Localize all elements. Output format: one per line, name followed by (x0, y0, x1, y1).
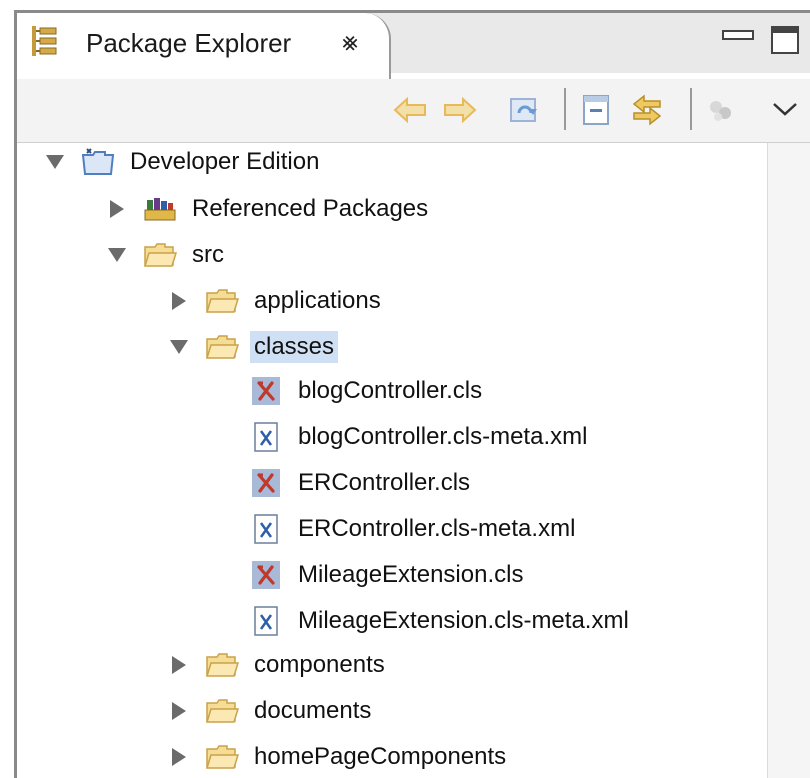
tree-item-label: blogController.cls (298, 377, 483, 404)
view-menu-chevron-icon (773, 103, 797, 116)
project-icon (80, 146, 116, 178)
expanded-triangle-icon[interactable] (166, 334, 192, 360)
forward-icon (444, 96, 477, 124)
xml-file-icon (248, 421, 284, 453)
extra-action-button[interactable] (700, 86, 742, 134)
tree-item-label: documents (254, 697, 372, 724)
tree-item[interactable]: applications (166, 279, 385, 323)
package-explorer-window: Package Explorer ⨳ Developer Edition Ref… (0, 0, 810, 778)
tree-item-label: components (254, 651, 385, 678)
tree-item[interactable]: ERController.cls-meta.xml (238, 507, 579, 551)
tree-item[interactable]: Referenced Packages (104, 187, 432, 231)
toolbar-separator (690, 88, 692, 130)
tree-item-label: ERController.cls-meta.xml (298, 515, 576, 542)
folder-icon (204, 285, 240, 317)
package-explorer-icon (30, 24, 60, 58)
tree-item-label: MileageExtension.cls-meta.xml (298, 607, 629, 634)
referenced-packages-icon (142, 193, 178, 225)
collapse-all-button[interactable] (576, 86, 618, 134)
link-with-editor-icon (632, 94, 662, 126)
tree-item[interactable]: classes (166, 325, 339, 369)
tree-item-label: Referenced Packages (192, 195, 429, 222)
view-menu-button[interactable] (764, 86, 806, 134)
tree-item[interactable]: blogController.cls-meta.xml (238, 415, 591, 459)
vertical-scrollbar[interactable] (767, 143, 810, 778)
collapse-all-icon (583, 95, 609, 125)
collapsed-triangle-icon[interactable] (104, 196, 130, 222)
go-up-button[interactable] (504, 86, 546, 134)
tree-item-label: Developer Edition (130, 148, 320, 175)
maximize-view-button[interactable] (771, 26, 799, 54)
tree-item[interactable]: homePageComponents (166, 735, 510, 778)
tree-item-label: classes (250, 331, 339, 363)
tree-item-label: src (192, 241, 224, 268)
tree-item[interactable]: MileageExtension.cls-meta.xml (238, 599, 633, 643)
folder-icon (142, 239, 178, 271)
tree-item-label: MileageExtension.cls (298, 561, 524, 588)
folder-icon (204, 741, 240, 773)
apex-class-icon (248, 467, 284, 499)
back-icon (393, 96, 426, 124)
forward-button[interactable] (438, 86, 480, 134)
folder-icon (204, 649, 240, 681)
collapsed-triangle-icon[interactable] (166, 744, 192, 770)
tree-item[interactable]: blogController.cls (238, 369, 486, 413)
expanded-triangle-icon[interactable] (42, 149, 68, 175)
tree-item-label: ERController.cls (298, 469, 471, 496)
folder-icon (204, 695, 240, 727)
apex-class-icon (248, 559, 284, 591)
xml-file-icon (248, 605, 284, 637)
go-up-icon (510, 98, 537, 122)
tree-item[interactable]: MileageExtension.cls (238, 553, 527, 597)
link-with-editor-button[interactable] (626, 86, 668, 134)
collapsed-triangle-icon[interactable] (166, 288, 192, 314)
minimize-view-button[interactable] (722, 30, 754, 40)
collapsed-triangle-icon[interactable] (166, 698, 192, 724)
toolbar-separator (564, 88, 566, 130)
tree-item-label: applications (254, 287, 381, 314)
tree-item[interactable]: ERController.cls (238, 461, 474, 505)
tree-item[interactable]: Developer Edition (42, 140, 323, 184)
apex-class-icon (248, 375, 284, 407)
tree-item[interactable]: src (104, 233, 228, 277)
tree-item-label: blogController.cls-meta.xml (298, 423, 588, 450)
xml-file-icon (248, 513, 284, 545)
tree-item-label: homePageComponents (254, 743, 507, 770)
expanded-triangle-icon[interactable] (104, 242, 130, 268)
folder-icon (204, 331, 240, 363)
tab-title: Package Explorer (86, 28, 292, 58)
tree-item[interactable]: documents (166, 689, 375, 733)
view-menu-extra-icon (710, 101, 731, 121)
tree-item[interactable]: components (166, 643, 389, 687)
collapsed-triangle-icon[interactable] (166, 652, 192, 678)
back-button[interactable] (390, 86, 432, 134)
close-icon[interactable]: ⨳ (342, 28, 358, 54)
